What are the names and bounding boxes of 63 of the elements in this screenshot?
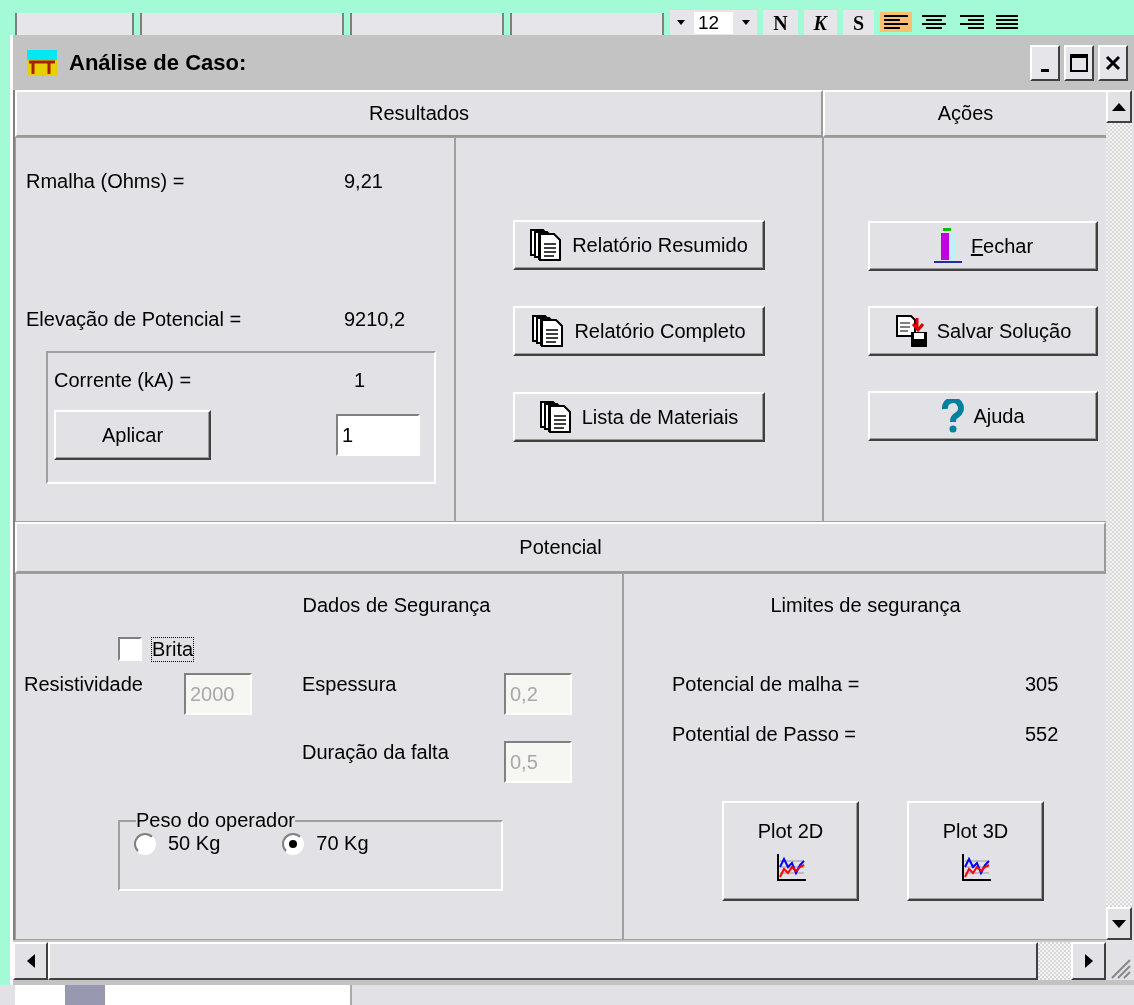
result-label: Elevação de Potencial = bbox=[26, 308, 243, 331]
section-header: Ações bbox=[823, 90, 1108, 137]
limit-label: Potencial de malha = bbox=[672, 673, 861, 696]
panel-title: Dados de Segurança bbox=[301, 594, 492, 617]
section-header: Potencial bbox=[15, 522, 1106, 573]
report-button[interactable]: Relatório Completo bbox=[513, 306, 765, 356]
radio-button[interactable] bbox=[282, 832, 305, 855]
documents-icon bbox=[539, 400, 574, 434]
line-chart-icon bbox=[959, 852, 992, 883]
current-label: Corrente (kA) = bbox=[54, 369, 193, 392]
dropdown-arrow-icon bbox=[741, 19, 752, 26]
italic-button[interactable]: K bbox=[803, 10, 837, 35]
group-legend: Peso do operador bbox=[136, 809, 295, 832]
save-icon bbox=[894, 314, 929, 348]
result-label: Rmalha (Ohms) = bbox=[26, 170, 186, 193]
align-left-icon[interactable] bbox=[880, 11, 913, 32]
current-value: 1 bbox=[354, 369, 367, 392]
line-chart-icon bbox=[774, 852, 807, 883]
scroll-track[interactable] bbox=[1038, 942, 1071, 980]
app-icon bbox=[27, 49, 57, 76]
apply-button[interactable]: Aplicar bbox=[54, 410, 211, 460]
scroll-right-icon bbox=[1084, 954, 1093, 968]
section-header: Resultados bbox=[15, 90, 823, 137]
close-dialog-button[interactable]: Fechar bbox=[868, 221, 1098, 271]
underline-button[interactable]: S bbox=[842, 10, 875, 35]
plot-button[interactable]: Plot 3D bbox=[907, 801, 1044, 901]
bold-button[interactable]: N bbox=[763, 10, 798, 35]
save-solution-button[interactable]: Salvar Solução bbox=[868, 306, 1098, 356]
toolbar-control[interactable] bbox=[350, 13, 504, 35]
field-label: Espessura bbox=[302, 673, 398, 696]
limit-value: 552 bbox=[1025, 723, 1060, 746]
maximize-icon bbox=[1069, 52, 1089, 73]
checkbox-label: Brita bbox=[152, 637, 194, 661]
window-title: Análise de Caso: bbox=[69, 49, 247, 76]
checkbox[interactable] bbox=[118, 637, 142, 661]
field-label: Duração da falta bbox=[302, 741, 450, 764]
report-button[interactable]: Relatório Resumido bbox=[513, 220, 765, 270]
scroll-down-icon bbox=[1112, 919, 1126, 928]
help-button[interactable]: Ajuda bbox=[868, 391, 1098, 441]
radio-label: 70 Kg bbox=[316, 832, 369, 855]
plot-button[interactable]: Plot 2D bbox=[722, 801, 859, 901]
toolbar-control[interactable] bbox=[510, 13, 664, 35]
scroll-left-icon bbox=[26, 954, 35, 968]
minimize-icon bbox=[1041, 69, 1049, 72]
radio-button[interactable] bbox=[134, 832, 156, 855]
help-icon bbox=[941, 399, 966, 433]
result-value: 9,21 bbox=[344, 170, 384, 193]
minimize-button[interactable] bbox=[1030, 44, 1060, 81]
panel-title: Limites de segurança bbox=[769, 594, 962, 617]
report-button[interactable]: Lista de Materiais bbox=[513, 392, 765, 442]
door-icon bbox=[932, 228, 963, 264]
maximize-button[interactable] bbox=[1064, 44, 1094, 81]
result-value: 9210,2 bbox=[344, 308, 407, 331]
font-size-combo[interactable]: 12 bbox=[670, 10, 758, 35]
dropdown-arrow-icon bbox=[676, 19, 686, 26]
close-button[interactable] bbox=[1098, 44, 1128, 81]
scroll-up-icon bbox=[1112, 102, 1126, 111]
toolbar-control[interactable] bbox=[15, 13, 134, 35]
current-input[interactable]: 1 bbox=[336, 414, 420, 456]
limit-value: 305 bbox=[1025, 673, 1060, 696]
radio-label: 50 Kg bbox=[168, 832, 221, 855]
limit-label: Potential de Passo = bbox=[672, 723, 857, 746]
field-label: Resistividade bbox=[24, 673, 144, 696]
